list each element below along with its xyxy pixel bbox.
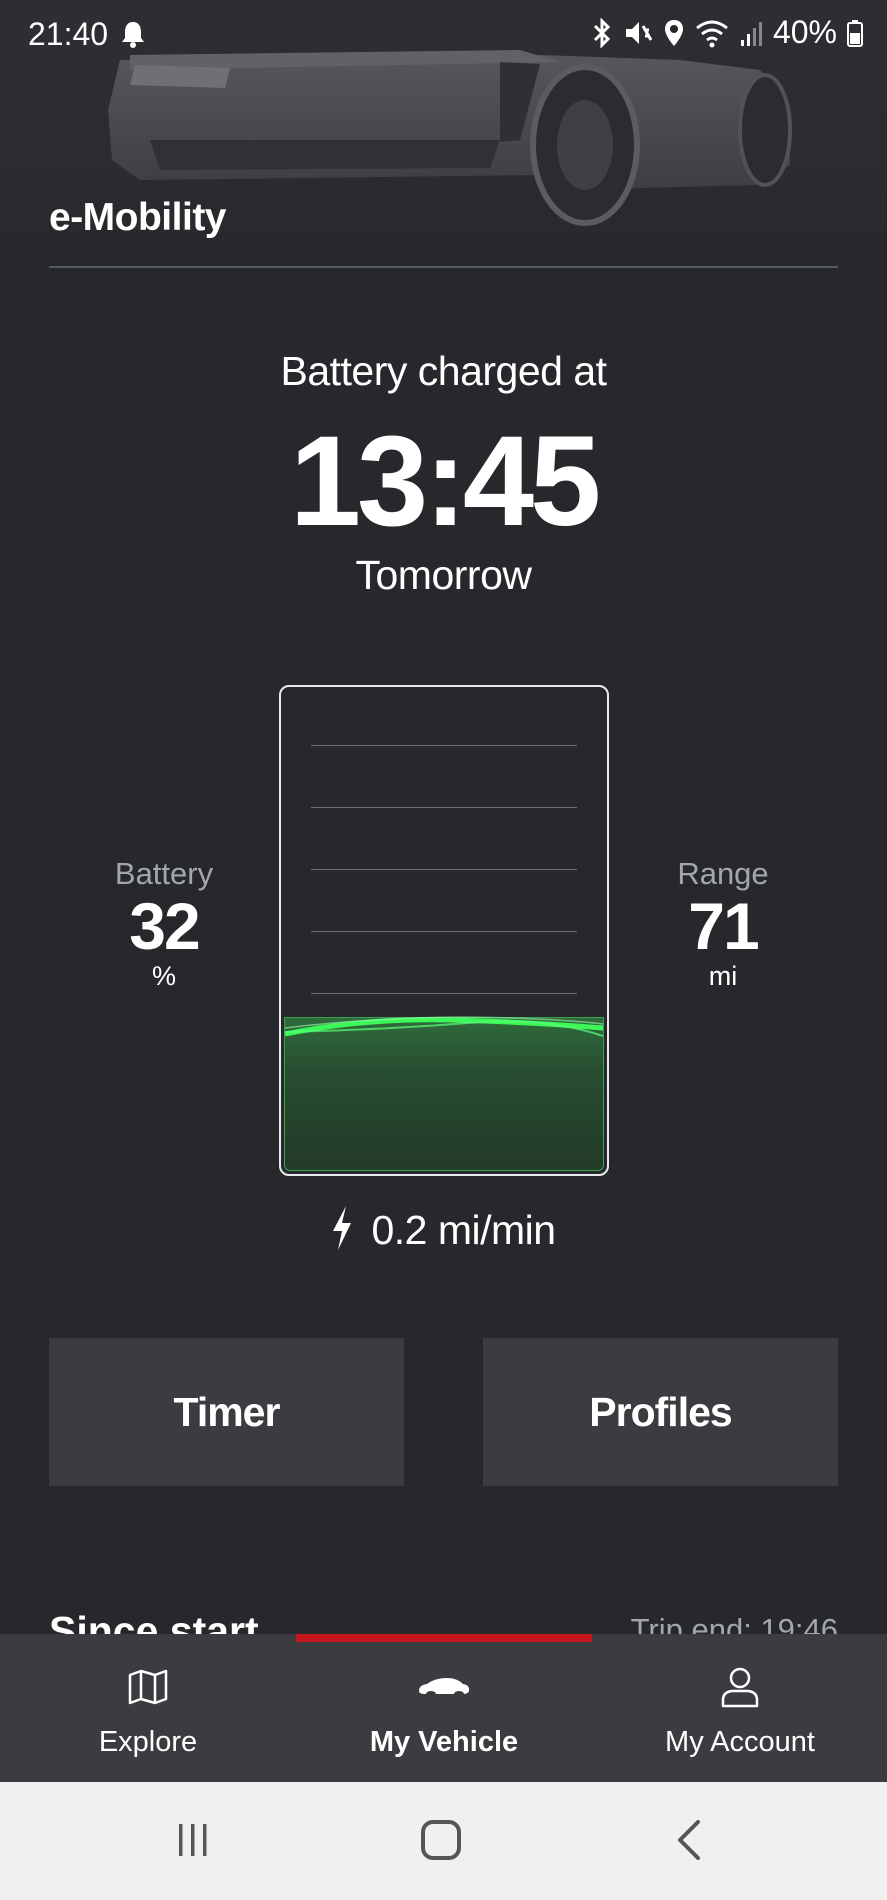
range-label: Range <box>677 856 769 891</box>
bottom-nav: Explore My Vehicle My Account <box>0 1634 887 1782</box>
nav-label-my-vehicle: My Vehicle <box>369 1726 519 1758</box>
signal-icon <box>739 18 763 48</box>
battery-value: 32 <box>129 889 200 963</box>
charged-time: 13:45 <box>289 410 601 553</box>
charged-at-label: Battery charged at <box>280 348 607 394</box>
user-icon <box>720 1662 760 1712</box>
map-icon <box>128 1662 168 1712</box>
car-icon <box>417 1662 471 1712</box>
timer-button[interactable]: Timer <box>49 1338 404 1486</box>
status-icons: 40% <box>591 14 863 51</box>
status-bar: 21:40 40% <box>0 0 887 70</box>
page-title: e-Mobility <box>49 196 227 239</box>
gauge-gridline <box>311 993 577 994</box>
charge-wave <box>285 1016 603 1037</box>
wifi-icon <box>695 18 729 48</box>
battery-stat: Battery 32 % <box>64 856 264 992</box>
battery-percent: 40% <box>772 14 837 50</box>
location-icon <box>663 18 685 48</box>
nav-item-explore[interactable]: Explore <box>0 1634 296 1782</box>
battery-gauge <box>279 685 609 1176</box>
gauge-gridline <box>311 745 577 746</box>
back-icon[interactable] <box>654 1810 724 1870</box>
bell-icon <box>120 20 148 48</box>
mute-vibrate-icon <box>623 18 653 48</box>
bluetooth-icon <box>591 17 613 48</box>
range-value: 71 <box>688 889 759 963</box>
charge-rate-text: 0.2 mi/min <box>371 1207 556 1253</box>
battery-fill <box>284 1016 604 1171</box>
gauge-gridline <box>311 931 577 932</box>
lightning-icon <box>331 1205 353 1256</box>
gauge-gridline <box>311 807 577 808</box>
charge-rate: 0.2 mi/min <box>0 1205 887 1256</box>
recents-icon[interactable] <box>158 1810 228 1870</box>
battery-label: Battery <box>114 856 214 891</box>
title-divider <box>49 266 838 268</box>
gauge-gridline <box>311 869 577 870</box>
charged-day: Tomorrow <box>355 552 532 598</box>
range-stat: Range 71 mi <box>623 856 823 992</box>
system-nav-bar <box>0 1782 887 1900</box>
battery-icon <box>847 18 863 48</box>
range-unit: mi <box>708 961 738 992</box>
battery-unit: % <box>151 961 176 992</box>
status-time: 21:40 <box>28 16 109 52</box>
profiles-button[interactable]: Profiles <box>483 1338 838 1486</box>
nav-item-my-account[interactable]: My Account <box>592 1634 887 1782</box>
nav-item-my-vehicle[interactable]: My Vehicle <box>296 1634 592 1782</box>
home-icon[interactable] <box>406 1810 476 1870</box>
nav-label-explore: Explore <box>98 1726 198 1758</box>
nav-label-my-account: My Account <box>665 1726 815 1758</box>
